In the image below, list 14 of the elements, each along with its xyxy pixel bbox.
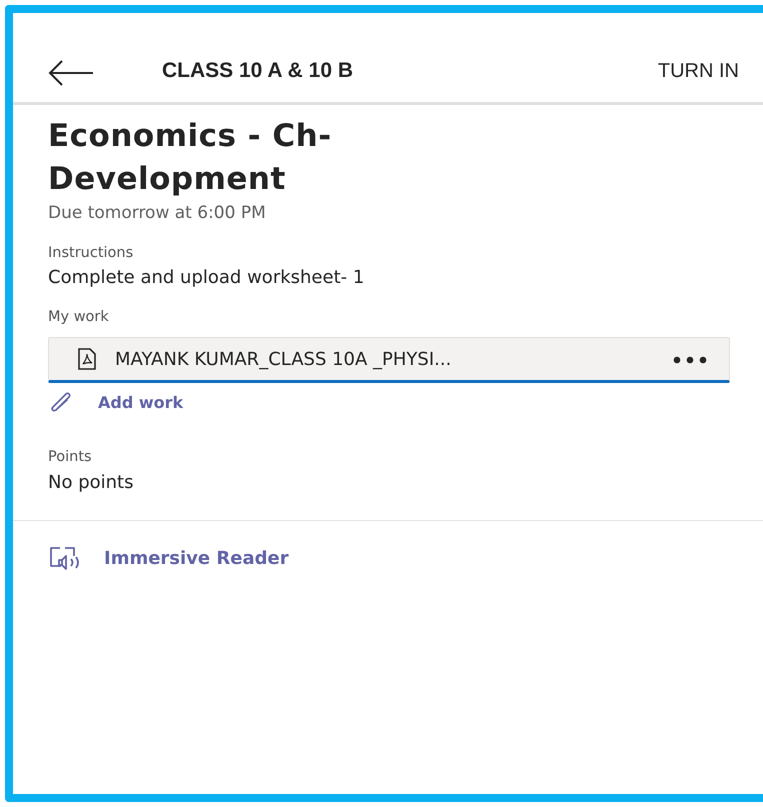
my-work-label: My work bbox=[48, 308, 110, 328]
add-work-link[interactable]: Add work bbox=[98, 391, 184, 415]
class-title: CLASS 10 A & 10 B bbox=[162, 58, 353, 84]
immersive-reader-link[interactable]: Immersive Reader bbox=[104, 545, 289, 572]
back-arrow-icon[interactable] bbox=[48, 60, 94, 86]
points-value: No points bbox=[48, 470, 134, 495]
due-date: Due tomorrow at 6:00 PM bbox=[48, 202, 267, 225]
instructions-text: Complete and upload worksheet- 1 bbox=[48, 266, 366, 290]
file-attachment[interactable]: MAYANK KUMAR_CLASS 10A _PHYSI... bbox=[48, 337, 730, 383]
pdf-file-icon bbox=[77, 348, 97, 370]
instructions-label: Instructions bbox=[48, 244, 134, 262]
turn-in-button[interactable]: TURN IN bbox=[658, 56, 739, 86]
assignment-title: Economics - Ch-Development bbox=[48, 117, 333, 199]
points-label: Points bbox=[48, 448, 93, 467]
